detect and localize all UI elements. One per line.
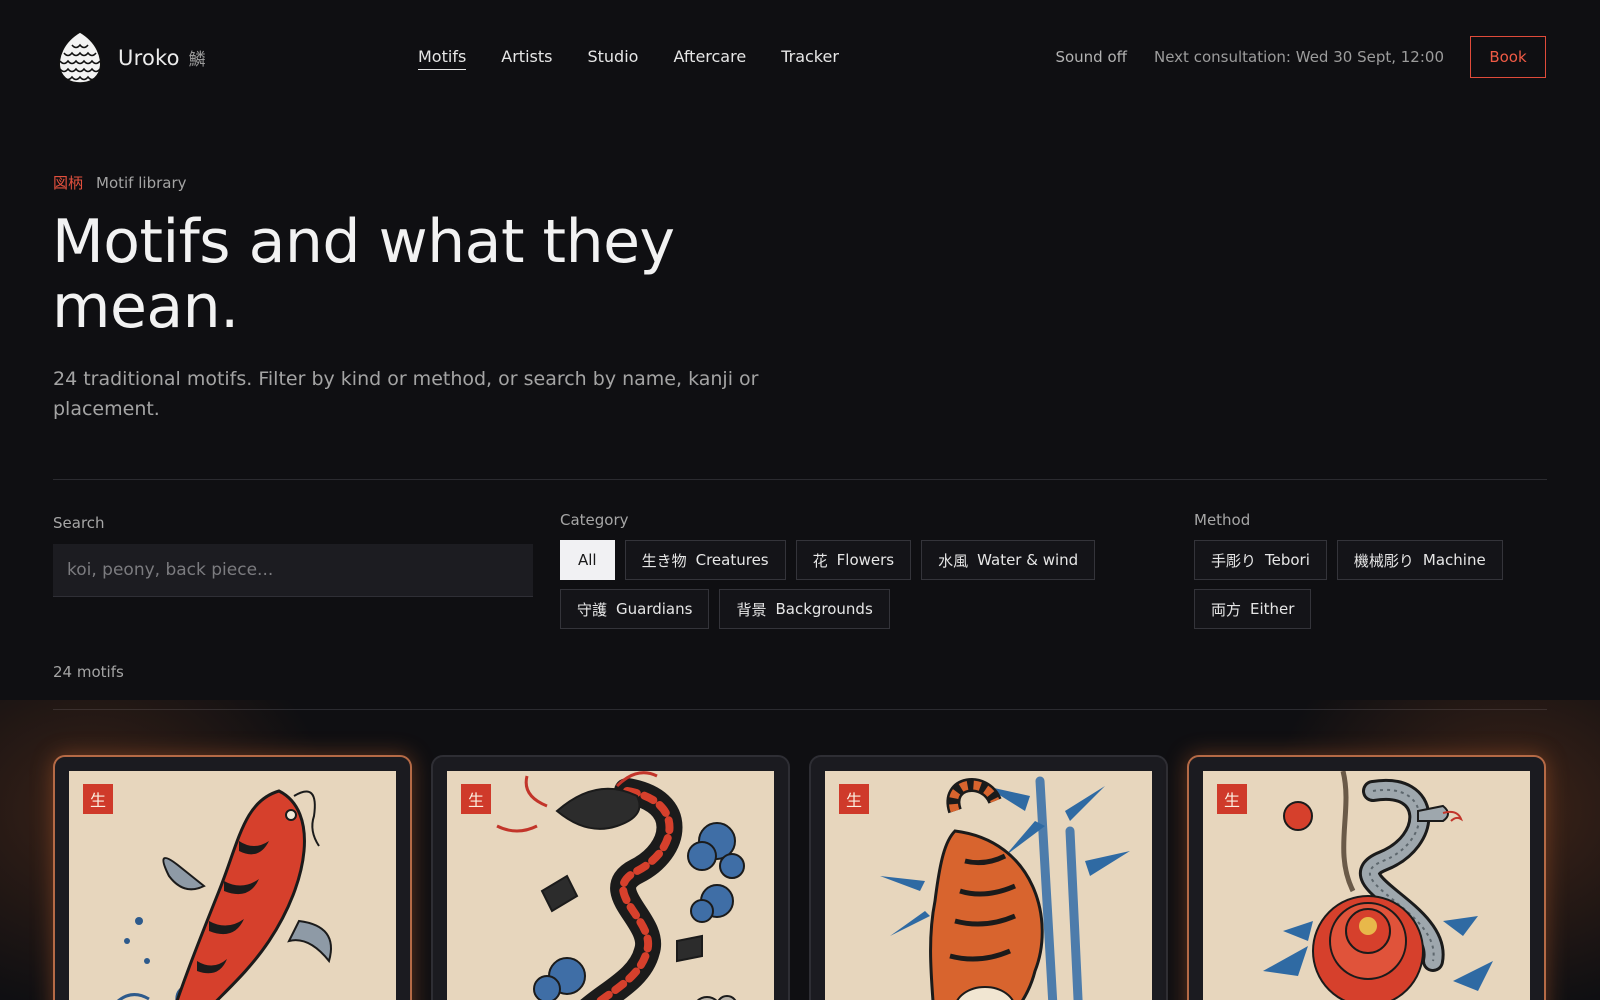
nav-artists[interactable]: Artists — [501, 47, 552, 70]
category-chip-guardians[interactable]: 守護 Guardians — [560, 589, 710, 629]
creature-badge: 生 — [83, 784, 113, 814]
category-chip-water-wind[interactable]: 水風 Water & wind — [921, 540, 1096, 580]
category-label: Category — [560, 511, 629, 529]
search-input[interactable] — [53, 544, 533, 597]
creature-badge: 生 — [1217, 784, 1247, 814]
search-label: Search — [53, 514, 105, 532]
motif-card-koi[interactable]: 生 — [53, 755, 412, 1000]
brand-logo-link[interactable]: Uroko 鱗 — [56, 30, 206, 85]
nav-aftercare[interactable]: Aftercare — [673, 47, 746, 70]
chip-label: Tebori — [1265, 551, 1310, 569]
chip-kanji: 背景 — [736, 600, 767, 619]
koi-illustration: 生 — [69, 771, 396, 1000]
chip-kanji: 守護 — [577, 600, 608, 619]
category-chip-flowers[interactable]: 花 Flowers — [795, 540, 912, 580]
snake-peony-illustration: 生 — [1203, 771, 1530, 1000]
nav-tracker[interactable]: Tracker — [781, 47, 839, 70]
chip-kanji: 花 — [812, 551, 828, 570]
tiger-illustration: 生 — [825, 771, 1152, 1000]
category-chip-all[interactable]: All — [560, 540, 615, 580]
next-consultation: Next consultation: Wed 30 Sept, 12:00 — [1153, 48, 1444, 66]
site-header: Uroko 鱗 Motifs Artists Studio Aftercare … — [0, 0, 1600, 118]
chip-kanji: 機械彫り — [1353, 551, 1414, 570]
chip-label: Either — [1250, 600, 1295, 618]
chip-label: Machine — [1422, 551, 1486, 569]
result-count: 24 motifs — [53, 663, 124, 681]
results-divider — [53, 709, 1547, 710]
method-chip-tebori[interactable]: 手彫り Tebori — [1194, 540, 1327, 580]
method-chip-either[interactable]: 両方 Either — [1194, 589, 1312, 629]
scale-logo-icon — [58, 31, 102, 84]
chip-label: Flowers — [836, 551, 895, 569]
header-actions: Sound off Next consultation: Wed 30 Sept… — [1055, 36, 1546, 78]
sound-toggle[interactable]: Sound off — [1055, 48, 1127, 66]
category-chip-backgrounds[interactable]: 背景 Backgrounds — [719, 589, 890, 629]
nav-motifs[interactable]: Motifs — [418, 47, 467, 70]
chip-label: Water & wind — [977, 551, 1079, 569]
main-nav: Motifs Artists Studio Aftercare Tracker — [418, 47, 874, 70]
page-subtitle: 24 traditional motifs. Filter by kind or… — [53, 368, 759, 420]
motif-card-dragon[interactable]: 生 — [431, 755, 790, 1000]
book-button[interactable]: Book — [1470, 36, 1546, 78]
dragon-illustration: 生 — [447, 771, 774, 1000]
brand-kanji: 鱗 — [188, 50, 206, 70]
creature-badge: 生 — [839, 784, 869, 814]
eyebrow-kanji: 図柄 — [53, 174, 84, 192]
category-chip-creatures[interactable]: 生き物 Creatures — [624, 540, 786, 580]
motif-card-snake[interactable]: 生 — [1187, 755, 1546, 1000]
chip-label: Guardians — [616, 600, 693, 618]
chip-kanji: 水風 — [938, 551, 969, 570]
chip-label: Backgrounds — [775, 600, 873, 618]
chip-kanji: 生き物 — [641, 551, 687, 570]
eyebrow: 図柄 Motif library — [53, 172, 187, 193]
method-label: Method — [1194, 511, 1251, 529]
chip-label: Creatures — [695, 551, 769, 569]
eyebrow-text: Motif library — [96, 174, 187, 192]
method-filters: 手彫り Tebori 機械彫り Machine 両方 Either — [1194, 540, 1534, 638]
chip-label: All — [578, 551, 597, 569]
dragon-icon — [447, 771, 774, 1000]
chip-kanji: 両方 — [1211, 600, 1242, 619]
chip-kanji: 手彫り — [1211, 551, 1257, 570]
method-chip-machine[interactable]: 機械彫り Machine — [1336, 540, 1503, 580]
page-title: Motifs and what they mean. — [52, 207, 675, 342]
category-filters: All 生き物 Creatures 花 Flowers 水風 Water & w… — [560, 540, 1120, 638]
tiger-icon — [825, 771, 1152, 1000]
nav-studio[interactable]: Studio — [587, 47, 638, 70]
snake-icon — [1203, 771, 1530, 1000]
koi-icon — [69, 771, 396, 1000]
motif-card-tiger[interactable]: 生 — [809, 755, 1168, 1000]
section-divider — [53, 479, 1547, 480]
creature-badge: 生 — [461, 784, 491, 814]
brand-name: Uroko — [118, 45, 180, 70]
